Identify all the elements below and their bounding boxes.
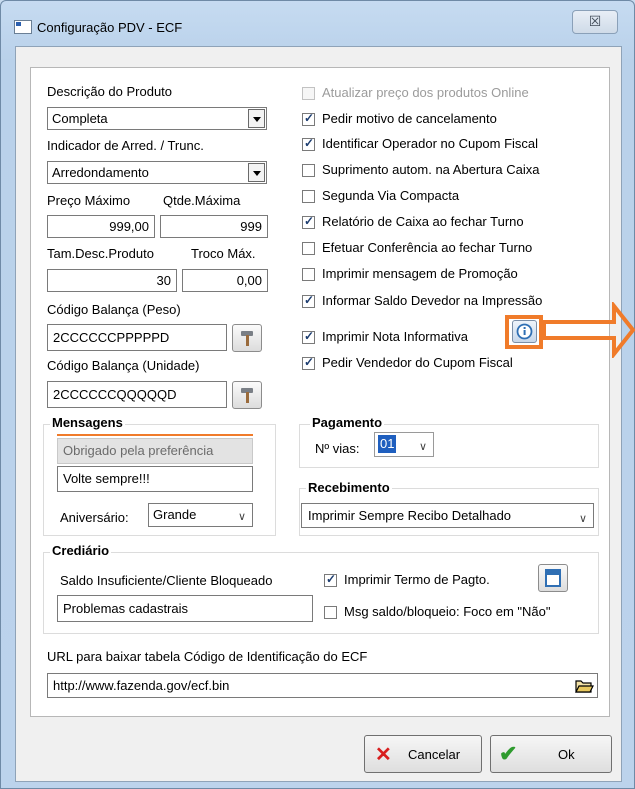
check-msg-saldo[interactable] (324, 606, 337, 619)
cod-peso-config-button[interactable] (232, 324, 262, 352)
vias-value: 01 (378, 435, 397, 453)
arred-select[interactable]: Arredondamento (47, 161, 267, 184)
check-saldo-devedor[interactable] (302, 293, 315, 308)
window-title: Configuração PDV - ECF (37, 20, 183, 35)
termo-config-button[interactable] (538, 564, 568, 592)
chevron-down-icon: ∨ (578, 513, 587, 525)
descricao-value: Completa (52, 111, 108, 126)
check-atualizar-preco-label: Atualizar preço dos produtos Online (322, 85, 529, 100)
tamdesc-label: Tam.Desc.Produto (47, 246, 154, 261)
info-icon (516, 323, 533, 340)
check-motivo-cancelamento-label: Pedir motivo de cancelamento (322, 111, 497, 126)
cancel-button[interactable]: ✕ Cancelar (364, 735, 482, 773)
check-mensagem-promocao[interactable] (302, 268, 315, 281)
dropdown-arrow-icon (248, 109, 265, 128)
mensagem-2-input[interactable]: Volte sempre!!! (57, 466, 253, 492)
check-relatorio-caixa[interactable] (302, 214, 315, 229)
descricao-select[interactable]: Completa (47, 107, 267, 130)
check-suprimento-autom-label: Suprimento autom. na Abertura Caixa (322, 162, 540, 177)
check-nota-informativa-label: Imprimir Nota Informativa (322, 329, 468, 344)
check-msg-saldo-label: Msg saldo/bloqueio: Foco em "Não" (344, 604, 551, 619)
check-suprimento-autom[interactable] (302, 164, 315, 177)
saldo-label: Saldo Insuficiente/Cliente Bloqueado (60, 573, 273, 588)
annotation-arrow-icon (542, 302, 635, 358)
check-segunda-via[interactable] (302, 190, 315, 203)
url-input[interactable]: http://www.fazenda.gov/ecf.bin (47, 673, 598, 698)
cod-peso-input[interactable]: 2CCCCCCPPPPPD (47, 324, 227, 351)
close-icon: ☒ (588, 13, 602, 29)
check-vendedor-cupom-label: Pedir Vendedor do Cupom Fiscal (322, 355, 513, 370)
dropdown-arrow-icon (248, 163, 265, 182)
check-segunda-via-label: Segunda Via Compacta (322, 188, 460, 203)
check-termo-pagto-label: Imprimir Termo de Pagto. (344, 572, 490, 587)
check-identificar-operador-label: Identificar Operador no Cupom Fiscal (322, 136, 539, 151)
check-icon: ✔ (499, 741, 518, 766)
aniversario-label: Aniversário: (60, 510, 129, 525)
mensagem-1-input[interactable]: Obrigado pela preferência (57, 438, 253, 464)
cod-unid-input[interactable]: 2CCCCCCQQQQQD (47, 381, 227, 408)
chevron-down-icon: ∨ (418, 441, 427, 453)
crediario-title: Crediário (50, 543, 112, 558)
recebimento-value: Imprimir Sempre Recibo Detalhado (308, 508, 512, 523)
document-icon (545, 569, 561, 587)
check-conferencia-label: Efetuar Conferência ao fechar Turno (322, 240, 533, 255)
aniversario-value: Grande (153, 507, 197, 522)
check-mensagem-promocao-label: Imprimir mensagem de Promoção (322, 266, 518, 281)
info-button[interactable] (512, 320, 537, 343)
descricao-label: Descrição do Produto (47, 84, 173, 99)
ok-button-label: Ok (558, 747, 575, 762)
cod-unid-label: Código Balança (Unidade) (47, 358, 200, 373)
troco-input[interactable]: 0,00 (182, 269, 268, 292)
cancel-button-label: Cancelar (408, 747, 461, 762)
close-button[interactable]: ☒ (572, 10, 618, 34)
arred-value: Arredondamento (52, 165, 149, 180)
ok-button[interactable]: ✔ Ok (490, 735, 612, 773)
check-motivo-cancelamento[interactable] (302, 111, 315, 126)
close-x-icon: ✕ (375, 744, 392, 766)
vias-select[interactable]: 01 ∨ (374, 432, 434, 457)
chevron-down-icon: ∨ (237, 511, 246, 523)
pagamento-title: Pagamento (310, 415, 385, 430)
check-vendedor-cupom[interactable] (302, 355, 315, 370)
cod-unid-config-button[interactable] (232, 381, 262, 409)
mensagens-accent-line (57, 434, 253, 436)
preco-label: Preço Máximo (47, 193, 131, 208)
mensagens-title: Mensagens (50, 415, 125, 430)
qtde-label: Qtde.Máxima (163, 193, 241, 208)
vias-label: Nº vias: (315, 441, 360, 456)
check-relatorio-caixa-label: Relatório de Caixa ao fechar Turno (322, 214, 524, 229)
check-conferencia[interactable] (302, 242, 315, 255)
qtde-input[interactable]: 999 (160, 215, 268, 238)
check-identificar-operador[interactable] (302, 136, 315, 151)
check-atualizar-preco[interactable] (302, 87, 315, 100)
tamdesc-input[interactable]: 30 (47, 269, 177, 292)
arred-label: Indicador de Arred. / Trunc. (47, 138, 204, 153)
app-icon (14, 20, 32, 34)
url-label: URL para baixar tabela Código de Identif… (47, 649, 368, 664)
saldo-input[interactable]: Problemas cadastrais (57, 595, 313, 622)
aniversario-select[interactable]: Grande ∨ (148, 503, 253, 527)
preco-input[interactable]: 999,00 (47, 215, 155, 238)
check-termo-pagto[interactable] (324, 572, 337, 587)
check-nota-informativa[interactable] (302, 329, 315, 344)
cod-peso-label: Código Balança (Peso) (47, 302, 181, 317)
recebimento-title: Recebimento (306, 480, 392, 495)
check-saldo-devedor-label: Informar Saldo Devedor na Impressão (322, 293, 543, 308)
open-folder-icon[interactable] (574, 676, 594, 695)
recebimento-select[interactable]: Imprimir Sempre Recibo Detalhado ∨ (301, 503, 594, 528)
title-bar: Configuração PDV - ECF ☒ (1, 1, 634, 45)
troco-label: Troco Máx. (191, 246, 256, 261)
